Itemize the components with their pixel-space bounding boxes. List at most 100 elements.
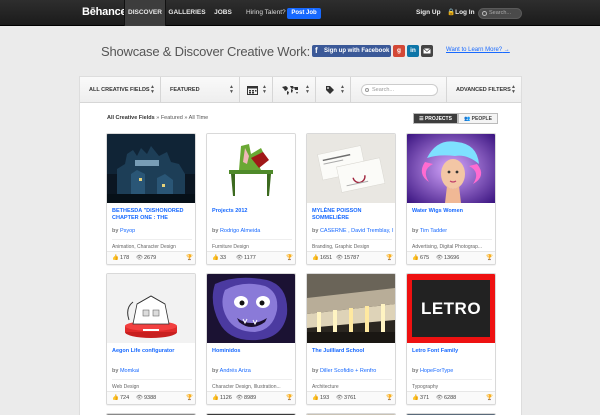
project-stats: 👍 1126 👁 8989 🏆	[207, 391, 295, 404]
chevron-down-icon: ▼	[150, 89, 155, 95]
appreciate-icon: 👍	[212, 395, 219, 401]
project-title[interactable]: Projects 2012	[212, 208, 292, 215]
location-filter-dropdown[interactable]: ▲ ▼	[273, 77, 316, 103]
sort-dropdown[interactable]: FEATURED ▲ ▼	[161, 77, 240, 103]
project-stats: 👍 724 👁 9388 🏆	[107, 391, 195, 404]
project-card[interactable]: Projects 2012 by Rodrigo Almeida Furnitu…	[206, 133, 296, 265]
project-owner: by Tim Tadder	[412, 228, 448, 234]
project-thumbnail[interactable]: LETRO	[407, 274, 495, 343]
behance-logo[interactable]: Bēhance	[82, 6, 127, 18]
project-owner: by HopeForType	[412, 368, 454, 374]
owner-link[interactable]: Momkai	[120, 368, 139, 374]
project-title[interactable]: MYLÈNE POISSON SOMMELIÈRE	[312, 208, 392, 222]
calendar-icon	[247, 86, 258, 95]
owner-link[interactable]: Diller Scofidio + Renfro	[320, 368, 376, 374]
appreciate-icon: 👍	[412, 395, 419, 401]
project-card[interactable]: Aegon Life configurator by Momkai Web De…	[106, 273, 196, 405]
project-card[interactable]: The Juilliard School by Diller Scofidio …	[306, 273, 396, 405]
trophy-icon: 🏆	[486, 395, 493, 401]
search-icon	[482, 11, 487, 16]
project-owner: by Psyop	[112, 228, 136, 234]
people-toggle-button[interactable]: 👥 PEOPLE	[458, 113, 498, 124]
project-title[interactable]: Letro Font Family	[412, 348, 492, 355]
lock-icon: 🔒	[447, 9, 456, 16]
trophy-icon: 🏆	[286, 395, 293, 401]
hero-title: Showcase & Discover Creative Work:	[101, 44, 310, 59]
project-stats: 👍 33 👁 1177 🏆	[207, 251, 295, 264]
project-title[interactable]: Hominidos	[212, 348, 292, 355]
view-count: 3761	[344, 395, 357, 401]
filter-bar: ALL CREATIVE FIELDS ▲ ▼ FEATURED ▲ ▼ ▲ ▼…	[80, 77, 521, 103]
project-card[interactable]: LETRO Letro Font Family by HopeForType T…	[406, 273, 496, 405]
owner-link[interactable]: Tim Tadder	[420, 228, 447, 234]
project-stats: 👍 178 👁 2679 🏆	[107, 251, 195, 264]
nav-search-input[interactable]: Search...	[478, 8, 522, 19]
owner-link[interactable]: HopeForType	[420, 368, 453, 374]
linkedin-signup-button[interactable]: in	[407, 45, 419, 57]
breadcrumb-separator: »	[184, 115, 188, 121]
appreciation-count: 193	[320, 395, 330, 401]
owner-link[interactable]: CASERNE , David Tremblay, I	[320, 228, 394, 234]
discover-panel: ALL CREATIVE FIELDS ▲ ▼ FEATURED ▲ ▼ ▲ ▼…	[79, 76, 522, 415]
breadcrumb-field[interactable]: All Creative Fields	[107, 115, 155, 121]
project-owner: by Diller Scofidio + Renfro	[312, 368, 377, 374]
appreciation-count: 1651	[320, 255, 333, 261]
creative-fields-dropdown[interactable]: ALL CREATIVE FIELDS ▲ ▼	[80, 77, 161, 103]
project-thumbnail[interactable]	[407, 134, 495, 203]
advanced-filters-dropdown[interactable]: ADVANCED FILTERS ▲ ▼	[446, 77, 521, 103]
chevron-down-icon: ▼	[511, 89, 516, 95]
breadcrumb-sort[interactable]: Featured	[161, 115, 183, 121]
project-thumbnail[interactable]	[207, 274, 295, 343]
owner-link[interactable]: Psyop	[120, 228, 135, 234]
learn-more-link[interactable]: Want to Learn More? →	[446, 47, 510, 53]
log-in-link[interactable]: 🔒Log In	[447, 0, 475, 26]
project-thumbnail[interactable]	[107, 134, 195, 203]
post-job-button[interactable]: Post Job	[287, 8, 321, 19]
owner-link[interactable]: Rodrigo Almeida	[220, 228, 260, 234]
facebook-icon: f	[315, 46, 318, 55]
chevron-down-icon: ▼	[229, 89, 234, 95]
project-title[interactable]: Aegon Life configurator	[112, 348, 192, 355]
google-signup-button[interactable]: g	[393, 45, 405, 57]
trophy-icon: 🏆	[386, 395, 393, 401]
trophy-icon: 🏆	[186, 255, 193, 261]
time-filter-dropdown[interactable]: ▲ ▼	[240, 77, 273, 103]
projects-toggle-button[interactable]: ☰ PROJECTS	[413, 113, 458, 124]
project-owner: by CASERNE , David Tremblay, I	[312, 228, 394, 234]
project-title[interactable]: Water Wigs Women	[412, 208, 492, 215]
breadcrumb-time[interactable]: All Time	[189, 115, 209, 121]
email-signup-button[interactable]	[421, 45, 433, 57]
view-count: 8989	[244, 395, 257, 401]
project-search-input[interactable]: Search...	[361, 84, 438, 96]
owner-link[interactable]: Andrés Ariza	[220, 368, 251, 374]
project-card[interactable]: Hominidos by Andrés Ariza Character Desi…	[206, 273, 296, 405]
view-count: 1177	[244, 255, 256, 261]
appreciate-icon: 👍	[112, 395, 119, 401]
views-icon: 👁	[236, 395, 243, 401]
project-fields: Animation, Character Design	[112, 239, 192, 250]
sign-up-link[interactable]: Sign Up	[416, 0, 441, 26]
trophy-icon: 🏆	[186, 395, 193, 401]
tab-discover[interactable]: DISCOVER	[124, 0, 166, 26]
appreciate-icon: 👍	[312, 395, 319, 401]
appreciate-icon: 👍	[312, 255, 319, 261]
tag-icon	[326, 86, 334, 94]
project-title[interactable]: BETHESDA "DISHONORED CHAPTER ONE : THE	[112, 208, 192, 222]
appreciation-count: 724	[120, 395, 130, 401]
project-card[interactable]: BETHESDA "DISHONORED CHAPTER ONE : THE b…	[106, 133, 196, 265]
envelope-icon	[423, 48, 431, 54]
tag-filter-dropdown[interactable]: ▲ ▼	[316, 77, 351, 103]
project-thumbnail[interactable]	[307, 134, 395, 203]
project-owner: by Momkai	[112, 368, 140, 374]
tab-galleries[interactable]: GALLERIES	[168, 0, 206, 26]
project-title[interactable]: The Juilliard School	[312, 348, 392, 355]
people-icon: 👥	[464, 116, 471, 122]
tab-jobs[interactable]: JOBS	[208, 0, 238, 26]
project-card[interactable]: Water Wigs Women by Tim Tadder Advertisi…	[406, 133, 496, 265]
project-fields: Branding, Graphic Design	[312, 239, 392, 250]
project-thumbnail[interactable]	[307, 274, 395, 343]
project-thumbnail[interactable]	[207, 134, 295, 203]
facebook-signup-button[interactable]: f Sign up with Facebook	[312, 45, 391, 57]
project-card[interactable]: MYLÈNE POISSON SOMMELIÈRE by CASERNE , D…	[306, 133, 396, 265]
project-thumbnail[interactable]	[107, 274, 195, 343]
